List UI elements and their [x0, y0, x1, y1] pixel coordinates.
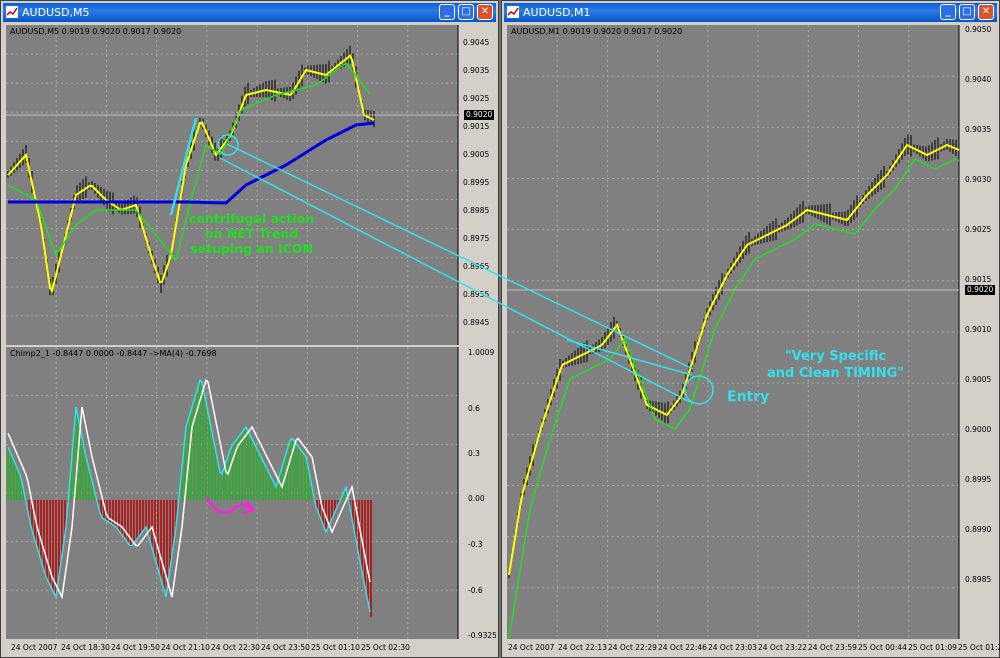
y-tick: 0.3 — [468, 449, 480, 458]
window-title: AUDUSD,M1 — [523, 6, 591, 19]
y-tick: -0.3 — [468, 540, 483, 549]
pane-label: AUDUSD,M5 0.9019 0.9020 0.9017 0.9020 — [10, 27, 182, 36]
window-title: AUDUSD,M5 — [22, 6, 90, 19]
price-pane-m1[interactable]: AUDUSD,M1 0.9019 0.9020 0.9017 0.9020 0.… — [507, 25, 997, 639]
y-tick: 0.9025 — [463, 94, 490, 103]
close-icon[interactable]: ✕ — [477, 4, 493, 20]
chart-window-icon — [507, 6, 519, 18]
y-tick: 0.9000 — [965, 425, 992, 434]
x-tick: 24 Oct 2007 — [11, 643, 58, 652]
chart-window-m1: AUDUSD,M1 _ □ ✕ AUDUSD,M1 0.9019 0.9020 … — [501, 0, 1000, 658]
x-tick: 24 Oct 19:50 — [111, 643, 160, 652]
current-price-box: 0.9020 — [965, 285, 996, 295]
y-tick: 0.8975 — [463, 234, 490, 243]
y-tick: -0.9325 — [468, 631, 496, 639]
annotation-timing: "Very Specific and Clean TIMING" — [767, 349, 905, 381]
x-tick: 25 Oct 01:2 — [958, 643, 1000, 652]
x-tick: 24 Oct 18:30 — [61, 643, 110, 652]
maximize-icon[interactable]: □ — [458, 4, 474, 20]
x-tick: 24 Oct 2007 — [508, 643, 555, 652]
y-tick: 0.8985 — [463, 206, 490, 215]
titlebar-m5[interactable]: AUDUSD,M5 _ □ ✕ — [3, 3, 496, 22]
y-tick: 0.8995 — [463, 178, 490, 187]
y-tick: 0.9040 — [965, 75, 992, 84]
pane-label: AUDUSD,M1 0.9019 0.9020 0.9017 0.9020 — [511, 27, 683, 36]
indicator-pane-m5[interactable]: Chimp2_1 -0.8447 0.0000 -0.8447 ->MA(4) … — [6, 347, 496, 639]
y-tick: 0.8995 — [965, 475, 992, 484]
x-tick: 24 Oct 23:03 — [708, 643, 757, 652]
x-tick: 24 Oct 23:22 — [758, 643, 807, 652]
y-tick: 0.9045 — [463, 38, 490, 47]
y-tick: 0.8955 — [463, 290, 490, 299]
minimize-icon[interactable]: _ — [940, 4, 956, 20]
y-tick: 0.9005 — [965, 375, 992, 384]
maximize-icon[interactable]: □ — [959, 4, 975, 20]
x-tick: 25 Oct 00:44 — [858, 643, 907, 652]
cyan-trend-line — [169, 117, 198, 216]
close-icon[interactable]: ✕ — [978, 4, 994, 20]
x-tick: 24 Oct 23:50 — [261, 643, 310, 652]
y-tick: 0.8990 — [965, 525, 992, 534]
y-tick: 0.8945 — [463, 318, 490, 327]
y-tick: 0.9050 — [965, 25, 992, 34]
y-tick: 0.9015 — [463, 122, 490, 131]
price-scale — [458, 347, 496, 639]
x-tick: 24 Oct 22:46 — [658, 643, 707, 652]
y-tick: 0.9030 — [965, 175, 992, 184]
y-tick: 0.9035 — [463, 66, 490, 75]
titlebar-m1[interactable]: AUDUSD,M1 _ □ ✕ — [504, 3, 997, 22]
chart-window-icon — [6, 6, 18, 18]
x-tick: 25 Oct 02:30 — [361, 643, 410, 652]
x-tick: 24 Oct 22:29 — [608, 643, 657, 652]
x-tick: 24 Oct 21:10 — [161, 643, 210, 652]
annotation-centrifugal: centrifugal action on NET Trend setuping… — [189, 211, 315, 256]
y-tick: -0.6 — [468, 586, 483, 595]
x-tick: 25 Oct 01:10 — [311, 643, 360, 652]
minimize-icon[interactable]: _ — [439, 4, 455, 20]
y-tick: 0.00 — [468, 494, 485, 503]
x-tick: 24 Oct 23:59 — [808, 643, 857, 652]
y-tick: 0.8985 — [965, 575, 992, 584]
y-tick: 0.9005 — [463, 150, 490, 159]
y-tick: 0.9015 — [965, 275, 992, 284]
y-tick: 0.6 — [468, 404, 480, 413]
annotation-entry: Entry — [727, 389, 770, 405]
x-tick: 25 Oct 01:09 — [908, 643, 957, 652]
x-tick: 24 Oct 22:13 — [558, 643, 607, 652]
x-tick: 24 Oct 22:30 — [211, 643, 260, 652]
y-tick: 0.9035 — [965, 125, 992, 134]
y-tick: 0.8965 — [463, 262, 490, 271]
y-tick: 0.9025 — [965, 225, 992, 234]
chart-window-m5: AUDUSD,M5 _ □ ✕ AUDUSD,M5 0.9019 0.9020 … — [0, 0, 499, 658]
indicator-label: Chimp2_1 -0.8447 0.0000 -0.8447 ->MA(4) … — [10, 349, 217, 358]
y-tick: 0.9010 — [965, 325, 992, 334]
y-tick: 1.0009 — [468, 348, 495, 357]
price-pane-m5[interactable]: AUDUSD,M5 0.9019 0.9020 0.9017 0.9020 0.… — [6, 25, 496, 345]
cyan-line — [566, 339, 693, 376]
current-price-box: 0.9020 — [464, 110, 495, 120]
